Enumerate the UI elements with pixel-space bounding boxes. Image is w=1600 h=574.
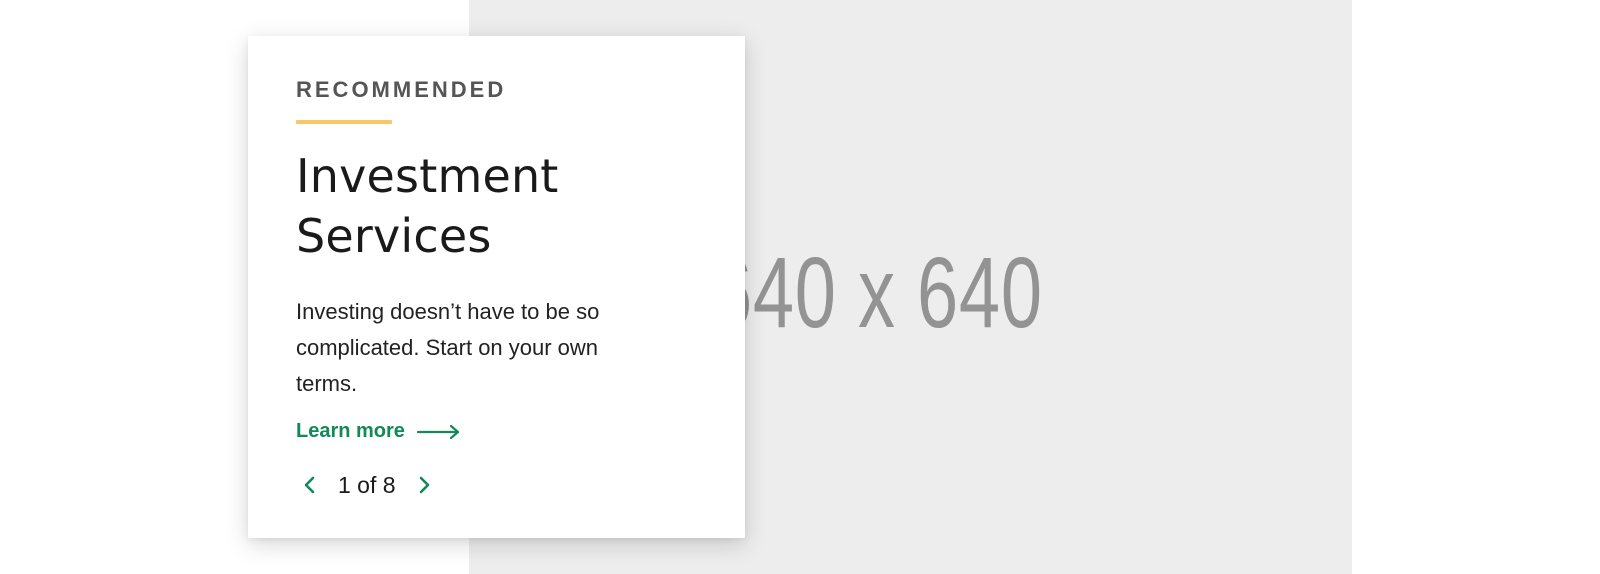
learn-more-label: Learn more: [296, 420, 405, 442]
card-title: Investment Services: [296, 146, 697, 266]
placeholder-label: 640 x 640: [711, 237, 1043, 349]
eyebrow-label: RECOMMENDED: [296, 77, 507, 102]
pager-count: 1 of 8: [338, 471, 396, 498]
next-button[interactable]: [410, 471, 438, 499]
chevron-left-icon: [304, 476, 315, 494]
recommendation-card: RECOMMENDED Investment Services Investin…: [248, 36, 745, 538]
eyebrow-underline: [296, 120, 392, 124]
long-arrow-right-icon: [416, 424, 460, 439]
card-title-line-2: Services: [296, 209, 492, 263]
carousel-pager: 1 of 8: [296, 471, 697, 499]
learn-more-link[interactable]: Learn more: [296, 420, 461, 443]
card-title-line-1: Investment: [296, 149, 559, 203]
promo-section: 640 x 640 RECOMMENDED Investment Service…: [0, 0, 1600, 574]
chevron-right-icon: [419, 476, 429, 494]
card-description: Investing doesn’t have to be so complica…: [296, 299, 600, 396]
previous-button[interactable]: [296, 471, 324, 499]
